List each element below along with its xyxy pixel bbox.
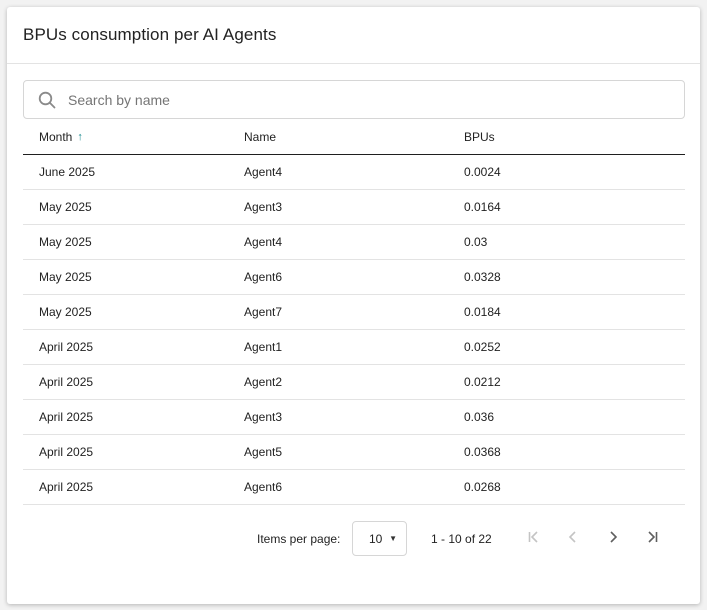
agents-table: Month ↑ Name BPUs June 2025 Agent4 0.002… <box>23 120 685 505</box>
cell-bpus: 0.0212 <box>464 375 501 389</box>
cell-month: April 2025 <box>39 410 94 424</box>
cell-name: Agent6 <box>244 270 283 284</box>
cell-month: May 2025 <box>39 200 92 214</box>
column-header-month-label: Month <box>39 130 73 144</box>
cell-bpus: 0.0024 <box>464 165 501 179</box>
cell-name: Agent7 <box>244 305 283 319</box>
table-row: May 2025 Agent3 0.0164 <box>23 190 685 225</box>
sort-ascending-icon: ↑ <box>77 131 83 143</box>
cell-bpus: 0.0328 <box>464 270 501 284</box>
cell-month: April 2025 <box>39 480 94 494</box>
cell-month: June 2025 <box>39 165 96 179</box>
previous-page-button[interactable] <box>561 527 585 551</box>
table-row: April 2025 Agent3 0.036 <box>23 400 685 435</box>
cell-name: Agent4 <box>244 165 283 179</box>
cell-name: Agent3 <box>244 200 283 214</box>
cell-bpus: 0.03 <box>464 235 488 249</box>
table-row: April 2025 Agent1 0.0252 <box>23 330 685 365</box>
cell-bpus: 0.036 <box>464 410 495 424</box>
cell-bpus: 0.0164 <box>464 200 501 214</box>
page-range-label: 1 - 10 of 22 <box>431 532 492 546</box>
table-row: June 2025 Agent4 0.0024 <box>23 155 685 190</box>
cell-name: Agent4 <box>244 235 283 249</box>
column-header-name-label: Name <box>244 130 277 144</box>
table-row: April 2025 Agent6 0.0268 <box>23 470 685 505</box>
items-per-page-label: Items per page: <box>257 532 341 546</box>
cell-bpus: 0.0184 <box>464 305 501 319</box>
cell-month: May 2025 <box>39 305 92 319</box>
search-icon <box>38 90 58 110</box>
table-header-row: Month ↑ Name BPUs <box>23 120 685 155</box>
search-input[interactable] <box>68 91 668 108</box>
cell-month: April 2025 <box>39 340 94 354</box>
caret-down-icon: ▼ <box>389 534 397 543</box>
chevron-left-icon <box>565 529 581 550</box>
consumption-card: BPUs consumption per AI Agents Month ↑ N… <box>7 7 700 604</box>
cell-bpus: 0.0368 <box>464 445 501 459</box>
column-header-bpus-label: BPUs <box>464 130 495 144</box>
table-row: May 2025 Agent4 0.03 <box>23 225 685 260</box>
search-box[interactable] <box>23 80 685 119</box>
first-page-button[interactable] <box>522 527 546 551</box>
last-page-button[interactable] <box>640 527 664 551</box>
cell-month: April 2025 <box>39 375 94 389</box>
cell-name: Agent6 <box>244 480 283 494</box>
cell-month: May 2025 <box>39 270 92 284</box>
cell-bpus: 0.0252 <box>464 340 501 354</box>
cell-bpus: 0.0268 <box>464 480 501 494</box>
column-header-month[interactable]: Month ↑ <box>23 120 244 154</box>
table-row: April 2025 Agent2 0.0212 <box>23 365 685 400</box>
column-header-bpus[interactable]: BPUs <box>464 120 685 154</box>
cell-name: Agent3 <box>244 410 283 424</box>
column-header-name[interactable]: Name <box>244 120 464 154</box>
page-size-select[interactable]: 10 ▼ <box>352 521 407 556</box>
table-row: April 2025 Agent5 0.0368 <box>23 435 685 470</box>
chevron-right-icon <box>605 529 621 550</box>
cell-name: Agent1 <box>244 340 283 354</box>
next-page-button[interactable] <box>601 527 625 551</box>
cell-name: Agent5 <box>244 445 283 459</box>
page-size-value: 10 <box>369 531 383 546</box>
table-row: May 2025 Agent7 0.0184 <box>23 295 685 330</box>
card-title: BPUs consumption per AI Agents <box>23 25 277 44</box>
paginator: Items per page: 10 ▼ 1 - 10 of 22 <box>7 521 700 557</box>
first-page-icon <box>526 529 542 550</box>
card-header: BPUs consumption per AI Agents <box>7 7 700 64</box>
last-page-icon <box>644 529 660 550</box>
cell-name: Agent2 <box>244 375 283 389</box>
table-row: May 2025 Agent6 0.0328 <box>23 260 685 295</box>
cell-month: May 2025 <box>39 235 92 249</box>
cell-month: April 2025 <box>39 445 94 459</box>
